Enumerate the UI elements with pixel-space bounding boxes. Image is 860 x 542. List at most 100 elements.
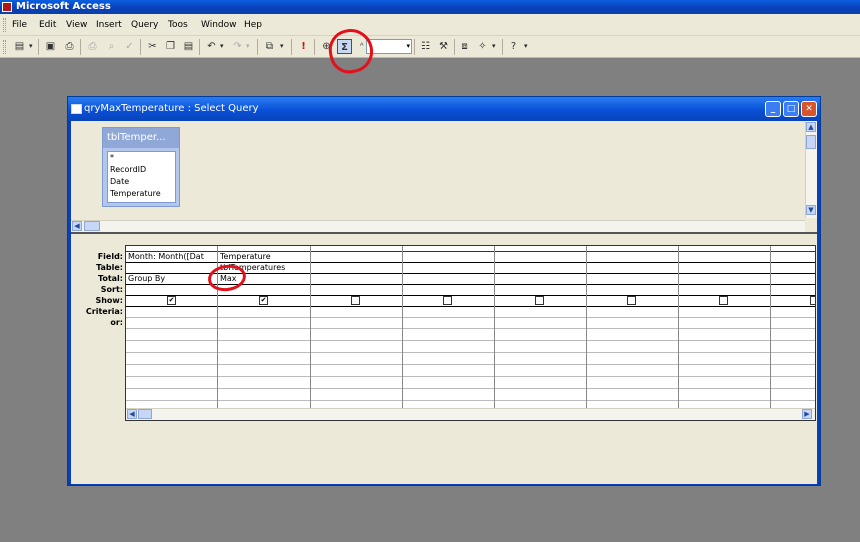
grid-row-line xyxy=(126,295,815,296)
field-list-title[interactable]: tblTemper... xyxy=(103,128,179,148)
run-icon[interactable]: ! xyxy=(296,39,311,54)
scroll-left-icon[interactable]: ◀ xyxy=(127,409,137,419)
show-checkbox[interactable]: ✔ xyxy=(167,296,176,305)
toolbar-separator xyxy=(502,39,503,55)
menu-help[interactable]: Hep xyxy=(244,19,262,31)
toolbar-separator xyxy=(80,39,81,55)
menu-window[interactable]: Window xyxy=(201,19,237,31)
row-label-or: or: xyxy=(110,318,123,327)
table-pane-horizontal-scrollbar[interactable]: ◀ xyxy=(71,220,805,232)
grid-column-line xyxy=(494,246,495,410)
redo-icon[interactable]: ↷ xyxy=(230,39,245,54)
field-list-box: * RecordID Date Temperature xyxy=(107,151,176,203)
menu-insert[interactable]: Insert xyxy=(96,19,122,31)
totals-sigma-icon[interactable]: Σ xyxy=(337,39,352,54)
scroll-down-icon[interactable]: ▼ xyxy=(806,205,816,215)
toolbar-separator xyxy=(414,39,415,55)
chevron-down-icon[interactable]: ▾ xyxy=(406,40,410,53)
query-window-title: qryMaxTemperature : Select Query xyxy=(84,103,259,114)
table-pane-vertical-scrollbar[interactable]: ▲ ▼ xyxy=(805,121,817,218)
row-label-sort: Sort: xyxy=(100,285,123,294)
grid-row-line xyxy=(126,388,815,389)
grid-row-line xyxy=(126,306,815,307)
view-dropdown-icon[interactable]: ▾ xyxy=(29,39,33,54)
help-icon[interactable]: ? xyxy=(506,39,521,54)
database-window-icon[interactable]: ⧈ xyxy=(457,39,472,54)
grid-total-cell[interactable]: Max xyxy=(220,274,308,284)
grid-column-line xyxy=(402,246,403,410)
scroll-thumb[interactable] xyxy=(806,135,816,149)
maximize-icon[interactable]: □ xyxy=(783,101,799,117)
toolbar-options-icon[interactable]: ▾ xyxy=(524,39,528,54)
grid-field-cell[interactable]: Month: Month([Dat xyxy=(128,252,216,262)
copy-icon[interactable]: ❐ xyxy=(163,39,178,54)
query-design-grid: Month: Month([Dat Group By ✔ Temperature… xyxy=(125,245,816,421)
menu-query[interactable]: Query xyxy=(131,19,158,31)
grid-row-line xyxy=(126,352,815,353)
query-type-icon[interactable]: ⧉ xyxy=(262,39,277,54)
menu-tools[interactable]: Toos xyxy=(168,19,188,31)
new-object-dropdown-icon[interactable]: ▾ xyxy=(492,39,496,54)
grid-table-cell[interactable]: tblTemperatures xyxy=(220,263,308,273)
show-checkbox[interactable] xyxy=(810,296,815,305)
show-table-icon[interactable]: ⊕ xyxy=(319,39,334,54)
field-list-item[interactable]: RecordID xyxy=(110,164,146,175)
menu-edit[interactable]: Edit xyxy=(39,19,56,31)
query-type-dropdown-icon[interactable]: ▾ xyxy=(280,39,284,54)
toolbar-separator xyxy=(314,39,315,55)
minimize-icon[interactable]: _ xyxy=(765,101,781,117)
grid-total-cell[interactable]: Group By xyxy=(128,274,216,284)
menu-file[interactable]: File xyxy=(12,19,27,31)
scroll-thumb[interactable] xyxy=(84,221,100,231)
toolbar-separator xyxy=(38,39,39,55)
scroll-right-icon[interactable]: ▶ xyxy=(802,409,812,419)
grid-field-cell[interactable]: Temperature xyxy=(220,252,308,262)
show-checkbox[interactable] xyxy=(443,296,452,305)
scroll-thumb[interactable] xyxy=(138,409,152,419)
print-preview-icon[interactable]: ⌕ xyxy=(104,39,119,54)
grid-row-line xyxy=(126,284,815,285)
show-checkbox[interactable]: ✔ xyxy=(259,296,268,305)
grid-column-line xyxy=(310,246,311,410)
row-label-show: Show: xyxy=(95,296,123,305)
app-title: Microsoft Access xyxy=(16,1,111,12)
redo-dropdown-icon[interactable]: ▾ xyxy=(246,39,250,54)
show-checkbox[interactable] xyxy=(351,296,360,305)
view-icon[interactable]: ▤ xyxy=(12,39,27,54)
scroll-up-icon[interactable]: ▲ xyxy=(806,122,816,132)
field-list-item[interactable]: Date xyxy=(110,176,129,187)
properties-icon[interactable]: ☷ xyxy=(418,39,433,54)
toolbar-grip-handle[interactable] xyxy=(3,40,6,54)
grid-horizontal-scrollbar[interactable]: ◀ ▶ xyxy=(126,408,815,420)
show-checkbox[interactable] xyxy=(719,296,728,305)
query-design-toolbar: ▤ ▾ ▣ ⎙ ⎙ ⌕ ✓ ✂ ❐ ▤ ↶ ▾ ↷ ▾ ⧉ ▾ ! ⊕ Σ ᴬ … xyxy=(0,36,860,58)
show-checkbox[interactable] xyxy=(627,296,636,305)
query-design-body: tblTemper... * RecordID Date Temperature… xyxy=(71,121,817,484)
menu-grip-handle[interactable] xyxy=(3,18,6,32)
undo-icon[interactable]: ↶ xyxy=(204,39,219,54)
field-list-item[interactable]: * xyxy=(110,152,114,163)
scroll-left-icon[interactable]: ◀ xyxy=(72,221,82,231)
show-checkbox[interactable] xyxy=(535,296,544,305)
toolbar-separator xyxy=(257,39,258,55)
new-object-icon[interactable]: ✧ xyxy=(475,39,490,54)
cut-icon[interactable]: ✂ xyxy=(145,39,160,54)
paste-icon[interactable]: ▤ xyxy=(181,39,196,54)
toolbar-separator xyxy=(199,39,200,55)
save-icon[interactable]: ▣ xyxy=(43,39,58,54)
spelling-icon[interactable]: ✓ xyxy=(122,39,137,54)
top-values-combo[interactable]: ▾ xyxy=(366,39,412,54)
field-list-window[interactable]: tblTemper... * RecordID Date Temperature xyxy=(102,127,180,207)
field-list-item[interactable]: Temperature xyxy=(110,188,161,199)
menu-view[interactable]: View xyxy=(66,19,87,31)
grid-column-line xyxy=(217,246,218,410)
query-window-title-bar[interactable]: qryMaxTemperature : Select Query _ □ ✕ xyxy=(68,97,820,121)
file-search-icon[interactable]: ⎙ xyxy=(62,39,77,54)
print-icon[interactable]: ⎙ xyxy=(85,39,100,54)
close-icon[interactable]: ✕ xyxy=(801,101,817,117)
query-icon xyxy=(71,104,82,114)
grid-row-line xyxy=(126,340,815,341)
undo-dropdown-icon[interactable]: ▾ xyxy=(220,39,224,54)
build-icon[interactable]: ⚒ xyxy=(436,39,451,54)
menu-bar: File Edit View Insert Query Toos Window … xyxy=(0,14,860,36)
